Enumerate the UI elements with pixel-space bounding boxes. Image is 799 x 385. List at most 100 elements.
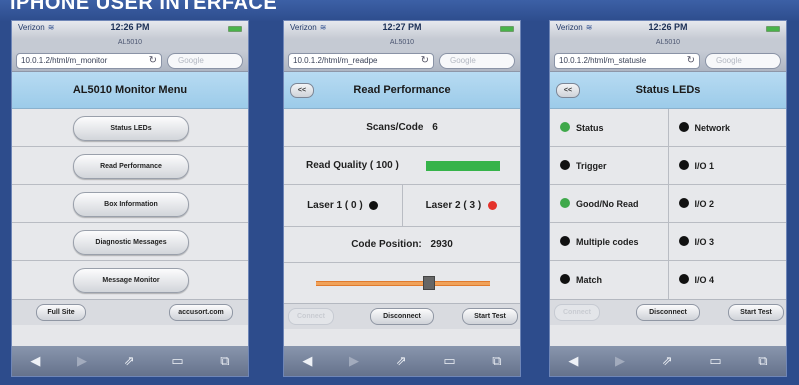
menu-header: AL5010 Monitor Menu: [12, 72, 248, 109]
accusort-link-button[interactable]: accusort.com: [169, 304, 233, 321]
led-label: Match: [576, 275, 603, 285]
led-row: Trigger I/O 1: [550, 147, 786, 185]
clock: 12:27 PM: [382, 22, 422, 32]
laser1-label: Laser 1 ( 0 ): [307, 200, 363, 211]
disconnect-button[interactable]: Disconnect: [636, 304, 700, 321]
read-quality-bar: [426, 161, 500, 171]
back-button[interactable]: <<: [556, 83, 580, 98]
reload-icon[interactable]: ↻: [149, 54, 157, 68]
led-row: Good/No Read I/O 2: [550, 185, 786, 223]
address-bar: 10.0.1.2/html/m_statusle ↻ Google: [550, 50, 786, 72]
search-field[interactable]: Google: [167, 53, 243, 69]
io4-led-icon: [678, 274, 689, 284]
code-position-slider[interactable]: [316, 276, 490, 290]
code-position-row: Code Position: 2930: [284, 227, 520, 263]
tabs-icon[interactable]: ⧉: [758, 353, 767, 369]
read-performance-header: << Read Performance: [284, 72, 520, 109]
code-position-slider-row: [284, 263, 520, 303]
footer-buttons: Connect Disconnect Start Test: [284, 303, 520, 329]
led-label: Multiple codes: [576, 237, 639, 247]
browser-toolbar: ◀ ▶ ⇗ ▭ ⧉: [12, 346, 248, 376]
back-arrow-icon[interactable]: ◀: [568, 353, 578, 369]
search-field[interactable]: Google: [439, 53, 515, 69]
led-row: Multiple codes I/O 3: [550, 223, 786, 261]
phone-read-performance: Verizon ≋ 12:27 PM AL5010 10.0.1.2/html/m…: [283, 20, 521, 377]
scans-per-code-row: Scans/Code 6: [284, 109, 520, 147]
laser2-cell: Laser 2 ( 3 ): [403, 185, 521, 226]
read-quality-row: Read Quality ( 100 ): [284, 147, 520, 185]
full-site-button[interactable]: Full Site: [36, 304, 86, 321]
good-no-read-led-icon: [560, 198, 570, 208]
status-bar: Verizon ≋ 12:27 PM: [284, 21, 520, 39]
led-label: I/O 1: [694, 161, 715, 171]
address-bar: 10.0.1.2/html/m_readpe ↻ Google: [284, 50, 520, 72]
status-led-icon: [560, 122, 570, 132]
footer-buttons: Connect Disconnect Start Test: [550, 299, 786, 325]
start-test-button[interactable]: Start Test: [462, 308, 518, 325]
diagnostic-messages-button[interactable]: Diagnostic Messages: [73, 230, 189, 255]
led-label: I/O 3: [694, 237, 715, 247]
share-icon[interactable]: ⇗: [662, 353, 673, 369]
url-field[interactable]: 10.0.1.2/html/m_readpe ↻: [288, 53, 434, 69]
read-quality-bar-fill: [426, 161, 500, 171]
status-bar: Verizon ≋ 12:26 PM: [550, 21, 786, 39]
forward-arrow-icon[interactable]: ▶: [77, 353, 87, 369]
browser-toolbar: ◀ ▶ ⇗ ▭ ⧉: [284, 346, 520, 376]
connect-button[interactable]: Connect: [554, 304, 600, 321]
slider-thumb[interactable]: [423, 276, 435, 290]
share-icon[interactable]: ⇗: [396, 353, 407, 369]
start-test-button[interactable]: Start Test: [728, 304, 784, 321]
tabs-icon[interactable]: ⧉: [492, 353, 501, 369]
page-title: AL5010: [12, 39, 248, 50]
banner-title: iPHONE USER INTERFACE: [10, 0, 278, 14]
battery-icon: [500, 26, 514, 32]
disconnect-button[interactable]: Disconnect: [370, 308, 434, 325]
io3-led-icon: [678, 236, 689, 246]
reload-icon[interactable]: ↻: [421, 54, 429, 68]
led-label: Network: [694, 123, 731, 133]
laser2-label: Laser 2 ( 3 ): [425, 200, 482, 211]
multiple-codes-led-icon: [560, 236, 570, 246]
led-label: Status: [576, 123, 604, 133]
read-performance-button[interactable]: Read Performance: [73, 154, 189, 179]
address-bar: 10.0.1.2/html/m_monitor ↻ Google: [12, 50, 248, 72]
back-arrow-icon[interactable]: ◀: [302, 353, 312, 369]
back-button[interactable]: <<: [290, 83, 314, 98]
forward-arrow-icon[interactable]: ▶: [615, 353, 625, 369]
laser2-indicator-icon: [487, 200, 497, 210]
back-arrow-icon[interactable]: ◀: [30, 353, 40, 369]
led-row: Match I/O 4: [550, 261, 786, 299]
footer-buttons: Full Site accusort.com: [12, 299, 248, 325]
bookmarks-icon[interactable]: ▭: [443, 353, 455, 369]
monitor-menu: Status LEDs Read Performance Box Informa…: [12, 109, 248, 299]
code-position-label: Code Position:: [351, 239, 422, 250]
status-led-grid: Status Network Trigger I/O 1 Good/No Rea…: [550, 109, 786, 299]
code-position-value: 2930: [430, 239, 453, 250]
tabs-icon[interactable]: ⧉: [220, 353, 229, 369]
reload-icon[interactable]: ↻: [687, 54, 695, 68]
search-field[interactable]: Google: [705, 53, 781, 69]
share-icon[interactable]: ⇗: [124, 353, 135, 369]
status-leds-header: << Status LEDs: [550, 72, 786, 109]
message-monitor-button[interactable]: Message Monitor: [73, 268, 189, 293]
bookmarks-icon[interactable]: ▭: [171, 353, 183, 369]
io2-led-icon: [678, 198, 689, 208]
laser1-indicator-icon: [369, 200, 379, 210]
laser-row: Laser 1 ( 0 ) Laser 2 ( 3 ): [284, 185, 520, 227]
led-label: I/O 2: [694, 199, 715, 209]
url-field[interactable]: 10.0.1.2/html/m_statusle ↻: [554, 53, 700, 69]
box-information-button[interactable]: Box Information: [73, 192, 189, 217]
bookmarks-icon[interactable]: ▭: [709, 353, 721, 369]
led-label: Good/No Read: [576, 199, 639, 209]
phone-monitor-menu: Verizon ≋ 12:26 PM AL5010 10.0.1.2/html/m…: [11, 20, 249, 377]
status-leds-button[interactable]: Status LEDs: [73, 116, 189, 141]
connect-button[interactable]: Connect: [288, 308, 334, 325]
led-label: I/O 4: [694, 275, 715, 285]
network-led-icon: [678, 122, 689, 132]
trigger-led-icon: [560, 160, 570, 170]
forward-arrow-icon[interactable]: ▶: [349, 353, 359, 369]
url-field[interactable]: 10.0.1.2/html/m_monitor ↻: [16, 53, 162, 69]
battery-icon: [228, 26, 242, 32]
header-title: Status LEDs: [635, 84, 701, 96]
clock: 12:26 PM: [648, 22, 688, 32]
